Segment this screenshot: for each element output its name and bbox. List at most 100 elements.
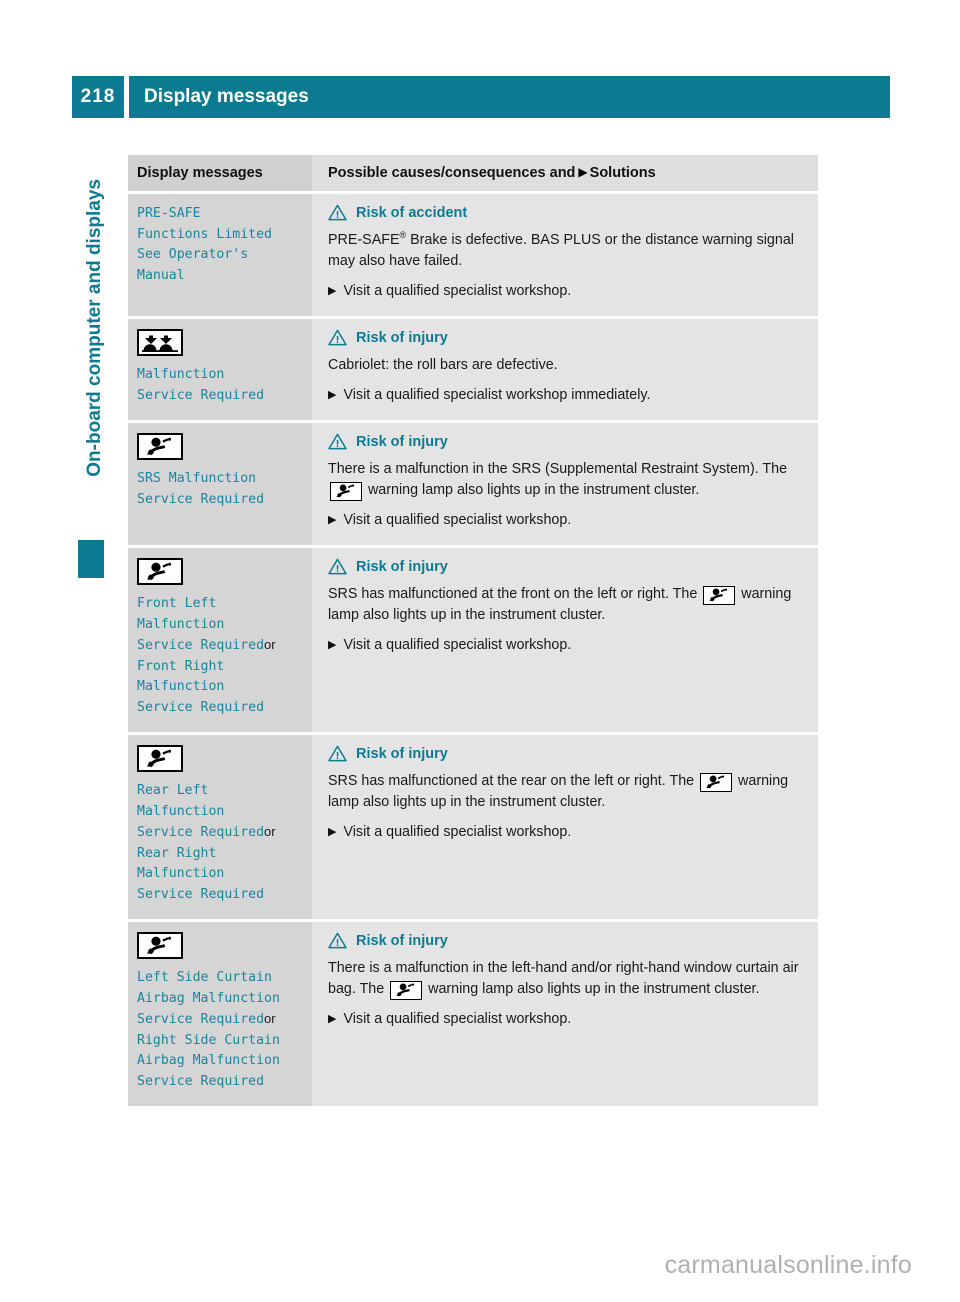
message-cell: Left Side Curtain Airbag Malfunction Ser… [128,922,312,1106]
warning-triangle-icon [328,558,347,575]
solution-item: ▶ Visit a qualified specialist workshop. [328,281,804,302]
cause-solution-cell: Risk of accident PRE-SAFE® Brake is defe… [312,194,818,316]
srs-airbag-icon [137,433,183,460]
table-row: Rear Left Malfunction Service Requiredor… [128,735,818,919]
solution-flag-icon: ▶ [328,389,337,401]
solution-item: ▶ Visit a qualified specialist workshop. [328,1009,804,1030]
solution-item: ▶ Visit a qualified specialist workshop … [328,385,804,406]
srs-airbag-inline-icon [700,772,733,792]
table-row: Malfunction Service Required Risk of inj… [128,319,818,420]
display-message-text: PRE-SAFE Functions Limited See Operator'… [137,206,272,283]
table-header-row: Display messages Possible causes/consequ… [128,155,818,191]
srs-airbag-icon [137,745,183,772]
display-message-primary: Front Left Malfunction Service Required [137,596,265,653]
display-message-primary: Left Side Curtain Airbag Malfunction Ser… [137,970,280,1027]
display-messages-table: Display messages Possible causes/consequ… [128,155,818,1106]
table-row: Front Left Malfunction Service Requiredo… [128,548,818,732]
warning-heading: Risk of injury [328,433,804,450]
solution-flag-icon: ▶ [328,639,337,651]
column-header-display-messages: Display messages [137,165,263,181]
solution-text: Visit a qualified specialist workshop. [343,512,572,528]
site-watermark: carmanualsonline.info [664,1251,912,1279]
cause-solution-cell: Risk of injury SRS has malfunctioned at … [312,735,818,919]
display-message-alternate: Rear Right Malfunction Service Required [137,845,265,902]
message-cell: SRS Malfunction Service Required [128,423,312,545]
solution-flag-icon: ▶ [328,285,337,297]
table-header-cell-right: Possible causes/consequences and ▶ Solutio… [312,155,818,191]
column-header-solutions: Solutions [589,165,656,181]
srs-airbag-inline-icon [390,980,423,1000]
solution-item: ▶ Visit a qualified specialist workshop. [328,635,804,656]
srs-airbag-icon [137,558,183,585]
cause-text-pre: PRE-SAFE [328,232,400,248]
column-header-causes: Possible causes/consequences and [328,165,576,181]
table-row: SRS Malfunction Service Required Risk of… [128,423,818,545]
solution-flag-icon: ▶ [328,1013,337,1025]
warning-triangle-icon [328,204,347,221]
cause-text-pre: There is a malfunction in the SRS (Suppl… [328,461,788,477]
solution-flag-icon: ▶ [328,826,337,838]
warning-triangle-icon [328,433,347,450]
chapter-tab: On-board computer and displays [78,179,112,585]
chapter-tab-marker [78,540,104,578]
cause-text: There is a malfunction in the SRS (Suppl… [328,459,804,501]
cause-text-tail: warning lamp also lights up in the instr… [424,981,760,997]
message-cell: Front Left Malfunction Service Requiredo… [128,548,312,732]
solution-flag-icon: ▶ [578,165,588,179]
display-message-alternate: Front Right Malfunction Service Required [137,658,265,715]
page-number-badge: 218 [72,76,124,118]
cause-text: PRE-SAFE® Brake is defective. BAS PLUS o… [328,230,804,272]
solution-text: Visit a qualified specialist workshop. [343,1011,572,1027]
warning-heading: Risk of injury [328,329,804,346]
table-header-cell-left: Display messages [128,155,312,191]
message-or-separator: or [264,637,276,652]
cause-text: SRS has malfunctioned at the front on th… [328,584,804,626]
warning-title: Risk of injury [356,329,448,346]
warning-triangle-icon [328,932,347,949]
display-message-alternate: Right Side Curtain Airbag Malfunction Se… [137,1032,280,1089]
solution-text: Visit a qualified specialist workshop im… [343,387,651,403]
cause-text: SRS has malfunctioned at the rear on the… [328,771,804,813]
warning-heading: Risk of injury [328,932,804,949]
display-message-text: Left Side Curtain Airbag Malfunction Ser… [137,968,302,1092]
warning-title: Risk of injury [356,932,448,949]
srs-airbag-inline-icon [703,585,736,605]
warning-title: Risk of injury [356,745,448,762]
cause-text-tail: warning lamp also lights up in the instr… [364,482,700,498]
table-row: Left Side Curtain Airbag Malfunction Ser… [128,922,818,1106]
table-row: PRE-SAFE Functions Limited See Operator'… [128,194,818,316]
rollbar-icon [137,329,183,356]
message-or-separator: or [264,1011,276,1026]
message-or-separator: or [264,824,276,839]
display-message-text: Malfunction Service Required [137,367,265,403]
warning-title: Risk of injury [356,558,448,575]
message-cell: Malfunction Service Required [128,319,312,420]
solution-flag-icon: ▶ [328,514,337,526]
display-message-text: Rear Left Malfunction Service Requiredor… [137,781,302,905]
solution-text: Visit a qualified specialist workshop. [343,637,572,653]
warning-heading: Risk of injury [328,558,804,575]
cause-solution-cell: Risk of injury Cabriolet: the roll bars … [312,319,818,420]
chapter-tab-label: On-board computer and displays [84,179,105,477]
display-message-primary: Rear Left Malfunction Service Required [137,783,265,840]
warning-title: Risk of injury [356,433,448,450]
srs-airbag-icon [137,932,183,959]
solution-item: ▶ Visit a qualified specialist workshop. [328,510,804,531]
cause-text: Cabriolet: the roll bars are defective. [328,357,558,373]
display-message-text: Front Left Malfunction Service Requiredo… [137,594,302,718]
page-title: Display messages [144,86,309,107]
display-message-text: SRS Malfunction Service Required [137,471,265,507]
solution-text: Visit a qualified specialist workshop. [343,824,572,840]
solution-text: Visit a qualified specialist workshop. [343,283,572,299]
cause-solution-cell: Risk of injury There is a malfunction in… [312,922,818,1106]
page-title-bar: Display messages [129,76,890,118]
warning-triangle-icon [328,329,347,346]
warning-triangle-icon [328,745,347,762]
cause-solution-cell: Risk of injury SRS has malfunctioned at … [312,548,818,732]
solution-item: ▶ Visit a qualified specialist workshop. [328,822,804,843]
cause-text-pre: SRS has malfunctioned at the front on th… [328,586,702,602]
page-header: 218 Display messages [72,76,890,118]
message-cell: PRE-SAFE Functions Limited See Operator'… [128,194,312,316]
cause-solution-cell: Risk of injury There is a malfunction in… [312,423,818,545]
cause-text-pre: SRS has malfunctioned at the rear on the… [328,773,699,789]
